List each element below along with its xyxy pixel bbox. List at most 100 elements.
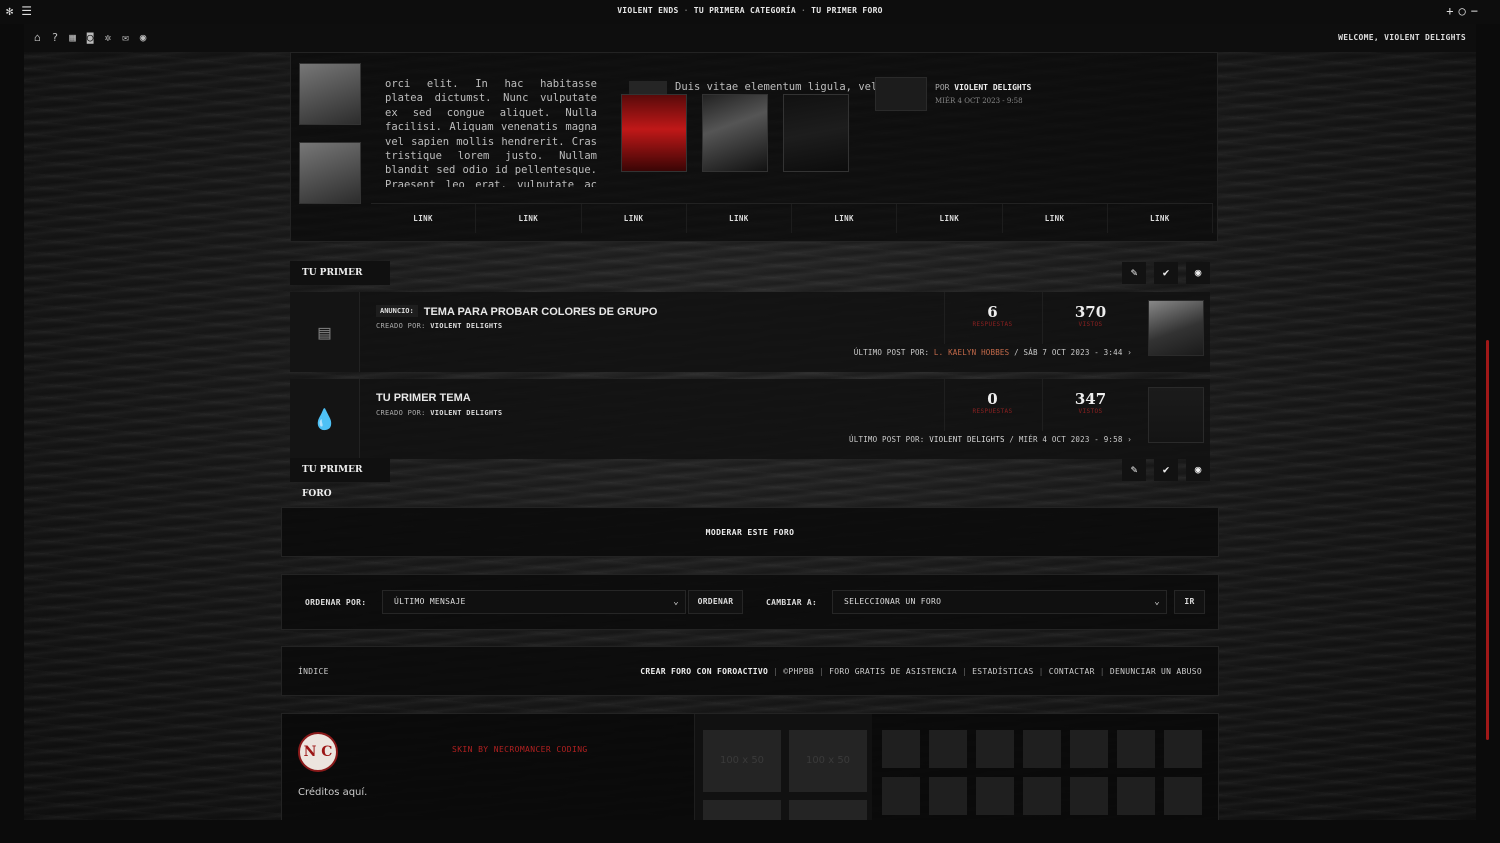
- index-link[interactable]: ÍNDICE: [298, 667, 329, 676]
- replies-label: RESPUESTAS: [972, 408, 1013, 415]
- members-icon[interactable]: ◙: [87, 31, 94, 44]
- affiliate-button[interactable]: [929, 777, 967, 815]
- footer-link[interactable]: ©PHPBB: [783, 667, 814, 676]
- messages-icon[interactable]: ✉: [122, 31, 129, 44]
- topic-row[interactable]: 💧 TU PRIMER TEMA CREADO POR: VIOLENT DEL…: [290, 379, 1210, 459]
- latest-avatar[interactable]: [875, 77, 927, 111]
- eye-icon[interactable]: ◉: [1186, 459, 1210, 481]
- created-label: CREADO POR:: [376, 322, 426, 330]
- widget-link[interactable]: LINK: [476, 204, 582, 233]
- order-select[interactable]: ÚLTIMO MENSAJE ⌄: [382, 590, 686, 614]
- last-post-arrow-icon[interactable]: ›: [1127, 348, 1132, 357]
- go-button[interactable]: IR: [1174, 590, 1205, 614]
- featured-thumb[interactable]: [299, 142, 361, 204]
- order-label: ORDENAR POR:: [305, 598, 367, 607]
- widget-link[interactable]: LINK: [897, 204, 1003, 233]
- ad-slot[interactable]: 100 x 50: [703, 730, 781, 792]
- topic-title[interactable]: ANUNCIO: TEMA PARA PROBAR COLORES DE GRUP…: [376, 305, 657, 318]
- circle-icon[interactable]: ○: [1459, 4, 1466, 18]
- affiliate-button[interactable]: [976, 730, 1014, 768]
- home-icon[interactable]: ⌂: [34, 31, 41, 44]
- featured-thumb[interactable]: [299, 63, 361, 125]
- last-post-user[interactable]: L. KAELYN HOBBES: [934, 348, 1009, 357]
- views-count: 370: [1074, 303, 1107, 321]
- widget-link[interactable]: LINK: [1003, 204, 1108, 233]
- check-icon[interactable]: ✔: [1154, 262, 1178, 284]
- forum-select[interactable]: SELECCIONAR UN FORO ⌄: [832, 590, 1167, 614]
- pencil-icon[interactable]: ✎: [1122, 459, 1146, 481]
- last-post: ÚLTIMO POST POR: VIOLENT DELIGHTS / MIÉR…: [849, 435, 1132, 444]
- welcome-text[interactable]: WELCOME, VIOLENT DELIGHTS: [1338, 33, 1466, 42]
- widget-link[interactable]: LINK: [582, 204, 687, 233]
- settings-icon[interactable]: ✲: [105, 31, 112, 44]
- skin-credit-link[interactable]: SKIN BY NECROMANCER CODING: [452, 745, 588, 754]
- affiliate-button[interactable]: [882, 730, 920, 768]
- topic-author: CREADO POR: VIOLENT DELIGHTS: [376, 409, 502, 417]
- last-post-label: ÚLTIMO POST POR:: [853, 348, 930, 357]
- widget-link[interactable]: LINK: [371, 204, 477, 233]
- footer-link[interactable]: CREAR FORO CON FOROACTIVO: [640, 667, 768, 676]
- check-icon[interactable]: ✔: [1154, 459, 1178, 481]
- order-button[interactable]: ORDENAR: [688, 590, 743, 614]
- affiliate-button[interactable]: [1070, 777, 1108, 815]
- author-name[interactable]: VIOLENT DELIGHTS: [954, 83, 1031, 92]
- forum-header: TU PRIMER FORO: [290, 261, 390, 302]
- breadcrumb-home[interactable]: VIOLENT ENDS: [617, 6, 678, 15]
- replies-stat: 0 RESPUESTAS: [944, 379, 1040, 431]
- affiliate-button[interactable]: [1164, 777, 1202, 815]
- topic-title[interactable]: TU PRIMER TEMA: [376, 392, 471, 404]
- topic-author: CREADO POR: VIOLENT DELIGHTS: [376, 322, 502, 330]
- profile-icon[interactable]: ◉: [140, 31, 147, 44]
- topic-row[interactable]: ▤ ANUNCIO: TEMA PARA PROBAR COLORES DE GR…: [290, 292, 1210, 372]
- topic-title-text[interactable]: TEMA PARA PROBAR COLORES DE GRUPO: [424, 306, 658, 318]
- credits-text: Créditos aquí.: [298, 787, 368, 798]
- footer-link[interactable]: ESTADÍSTICAS: [972, 667, 1033, 676]
- groups-icon[interactable]: ▦: [69, 31, 76, 44]
- gallery-photo[interactable]: [702, 94, 768, 172]
- affiliate-button[interactable]: [1023, 777, 1061, 815]
- widget-link[interactable]: LINK: [1108, 204, 1213, 233]
- widget-link[interactable]: LINK: [792, 204, 898, 233]
- latest-date: MIÉR 4 OCT 2023 - 9:58: [935, 97, 1023, 105]
- widget-link[interactable]: LINK: [687, 204, 792, 233]
- affiliate-button[interactable]: [1023, 730, 1061, 768]
- affiliate-button[interactable]: [976, 777, 1014, 815]
- views-stat: 370 VISTOS: [1042, 292, 1138, 344]
- widget-links: LINK LINK LINK LINK LINK LINK LINK LINK: [371, 203, 1213, 233]
- pencil-icon[interactable]: ✎: [1122, 262, 1146, 284]
- order-select-value: ÚLTIMO MENSAJE: [394, 597, 466, 606]
- views-stat: 347 VISTOS: [1042, 379, 1138, 431]
- affiliate-button[interactable]: [1117, 730, 1155, 768]
- gallery-photo[interactable]: [783, 94, 849, 172]
- created-by[interactable]: VIOLENT DELIGHTS: [430, 322, 502, 330]
- breadcrumb-separator: ·: [801, 6, 807, 15]
- plus-icon[interactable]: +: [1446, 4, 1453, 18]
- breadcrumb-forum[interactable]: TU PRIMER FORO: [811, 6, 883, 15]
- footer-link[interactable]: DENUNCIAR UN ABUSO: [1110, 667, 1202, 676]
- ad-slot[interactable]: 100 x 50: [789, 730, 867, 792]
- last-post-arrow-icon[interactable]: ›: [1127, 435, 1132, 444]
- scrollbar[interactable]: [1486, 340, 1489, 740]
- last-post-avatar[interactable]: [1148, 387, 1204, 443]
- chevron-down-icon: ⌄: [673, 597, 679, 607]
- footer-link[interactable]: FORO GRATIS DE ASISTENCIA: [829, 667, 957, 676]
- footer-link[interactable]: CONTACTAR: [1049, 667, 1095, 676]
- breadcrumb-category[interactable]: TU PRIMERA CATEGORÍA: [694, 6, 796, 15]
- affiliate-button[interactable]: [882, 777, 920, 815]
- affiliate-button[interactable]: [929, 730, 967, 768]
- topic-title-text[interactable]: TU PRIMER TEMA: [376, 392, 471, 404]
- affiliate-button[interactable]: [1070, 730, 1108, 768]
- last-post-avatar[interactable]: [1148, 300, 1204, 356]
- created-by[interactable]: VIOLENT DELIGHTS: [430, 409, 502, 417]
- replies-label: RESPUESTAS: [972, 321, 1013, 328]
- minus-icon[interactable]: −: [1471, 4, 1478, 18]
- affiliate-button[interactable]: [1164, 730, 1202, 768]
- gallery-photo[interactable]: [621, 94, 687, 172]
- skin-logo[interactable]: N C: [298, 732, 338, 772]
- eye-icon[interactable]: ◉: [1186, 262, 1210, 284]
- moderate-forum-button[interactable]: MODERAR ESTE FORO: [281, 507, 1219, 557]
- bottom-strip: [0, 820, 1500, 843]
- help-icon[interactable]: ?: [52, 31, 59, 44]
- affiliate-button[interactable]: [1117, 777, 1155, 815]
- last-post-user[interactable]: VIOLENT DELIGHTS: [929, 435, 1004, 444]
